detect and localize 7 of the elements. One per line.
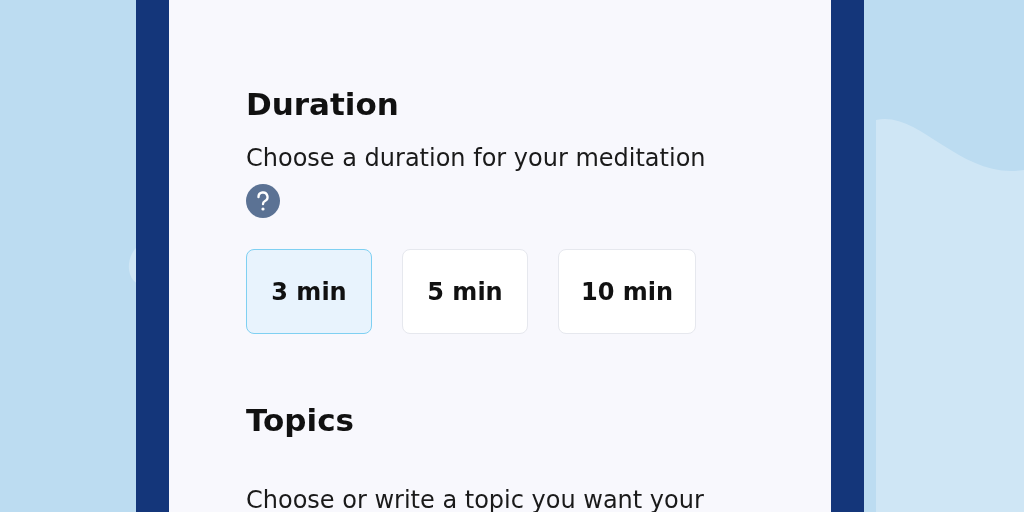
section-description: Choose a duration for your meditation — [246, 143, 707, 174]
section-heading: Topics — [246, 401, 355, 440]
duration-option[interactable]: 5 min — [402, 249, 528, 334]
section-heading: Duration — [246, 85, 400, 124]
duration-option[interactable]: 10 min — [558, 249, 697, 334]
duration-option[interactable]: 3 min — [246, 249, 372, 334]
help-icon[interactable] — [246, 184, 280, 218]
